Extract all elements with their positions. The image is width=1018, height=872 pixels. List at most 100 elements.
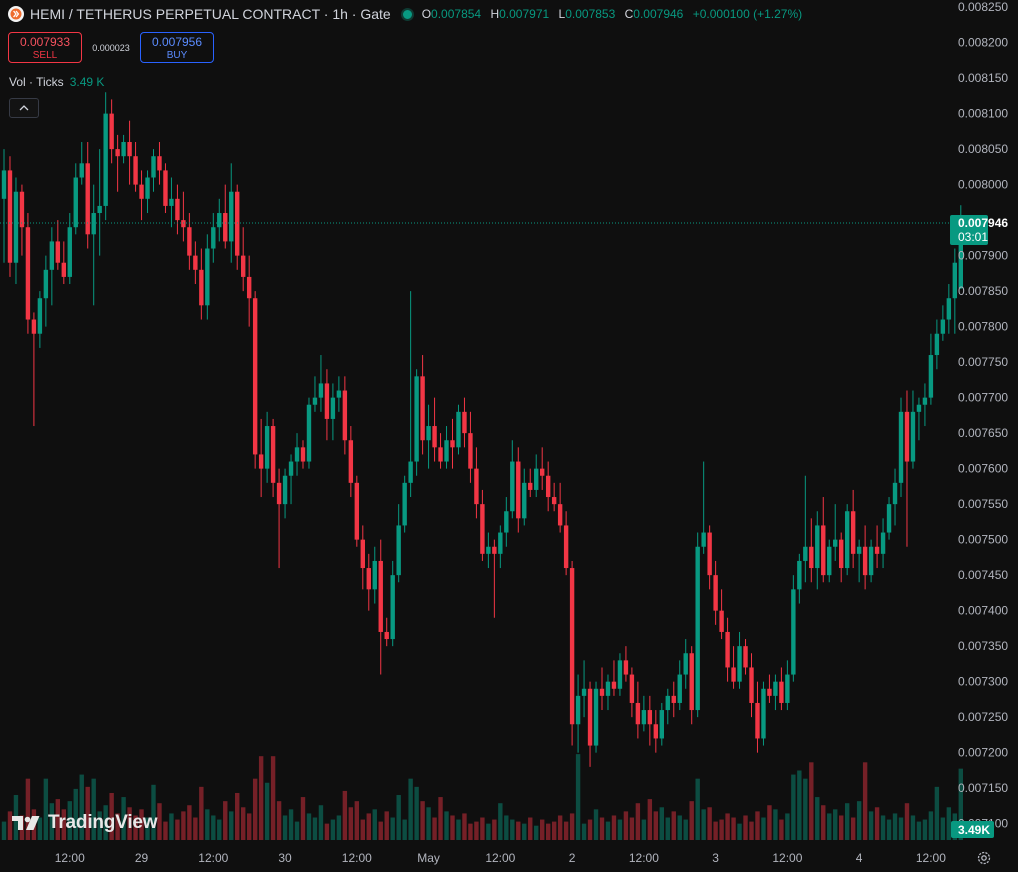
collapse-legend-button[interactable] — [9, 98, 39, 118]
volume-bar — [743, 815, 748, 840]
volume-bar — [809, 762, 814, 840]
market-open-indicator — [400, 7, 414, 21]
candle-up — [910, 411, 916, 462]
tradingview-logo[interactable]: TradingView — [12, 812, 158, 834]
candle-up — [169, 198, 174, 206]
candle-down — [719, 610, 724, 632]
candle-down — [755, 702, 760, 739]
buy-button[interactable]: 0.007956 BUY — [140, 32, 214, 63]
volume-bar — [815, 797, 820, 840]
volume-bar — [623, 811, 629, 840]
volume-bar — [258, 756, 264, 840]
candle-down — [557, 504, 563, 526]
candle-up — [785, 674, 790, 703]
volume-bar — [910, 815, 916, 840]
volume-bar — [569, 813, 575, 840]
candle-down — [731, 667, 736, 682]
candle-up — [701, 532, 706, 547]
volume-bar — [378, 821, 383, 840]
volume-legend-value: 3.49 K — [69, 75, 105, 89]
candle-up — [264, 426, 270, 469]
volume-bar — [300, 797, 306, 840]
candle-up — [312, 397, 318, 405]
candle-up — [665, 695, 670, 711]
candle-up — [886, 504, 892, 533]
ohlc-open-value: 0.007854 — [431, 7, 482, 21]
volume-bar — [551, 821, 557, 840]
volume-bar — [534, 825, 539, 840]
chart-header: HEMI / TETHERUS PERPETUAL CONTRACT · 1h … — [8, 6, 808, 22]
candle-down — [779, 681, 784, 703]
volume-bar — [719, 819, 724, 840]
volume-bar — [611, 815, 617, 840]
volume-bar — [360, 819, 365, 840]
time-tick-label: 12:00 — [772, 851, 802, 865]
volume-bar — [575, 754, 581, 840]
price-tick-label: 0.007500 — [958, 533, 1008, 547]
volume-bar — [229, 811, 234, 840]
volume-bar — [641, 819, 647, 840]
candle-down — [157, 156, 162, 171]
volume-bar — [217, 819, 222, 840]
sell-button[interactable]: 0.007933 SELL — [8, 32, 82, 63]
candle-down — [7, 170, 13, 263]
volume-bar — [276, 801, 282, 840]
volume-bar — [928, 811, 934, 840]
volume-bar — [701, 809, 706, 840]
volume-bar — [856, 801, 862, 840]
volume-legend[interactable]: Vol · Ticks 3.49 K — [9, 75, 104, 89]
candle-up — [211, 227, 216, 249]
gear-icon[interactable] — [976, 850, 992, 866]
candle-down — [360, 539, 365, 569]
candle-up — [205, 248, 210, 306]
time-axis[interactable]: 12:00 29 12:00 30 12:00 May 12:00 2 12:00 3 12:00 4… — [55, 851, 946, 865]
time-tick-label: 12:00 — [629, 851, 659, 865]
candle-up — [868, 546, 874, 576]
volume-bar — [695, 778, 700, 840]
volume-bar — [940, 817, 946, 840]
candle-up — [892, 482, 898, 505]
volume-bar — [659, 807, 664, 840]
volume-bar — [432, 817, 437, 840]
candle-down — [366, 568, 371, 590]
price-tick-label: 0.008000 — [958, 178, 1008, 192]
volume-bar — [480, 817, 485, 840]
volume-bar — [773, 809, 778, 840]
volume-bar — [737, 823, 742, 840]
symbol-title[interactable]: HEMI / TETHERUS PERPETUAL CONTRACT · 1h … — [30, 6, 391, 22]
price-tick-label: 0.007800 — [958, 320, 1008, 334]
candle-down — [563, 525, 569, 569]
volume-bar — [462, 813, 467, 840]
ohlc-close-value: 0.007946 — [633, 7, 684, 21]
volume-bar — [372, 809, 377, 840]
candle-down — [647, 710, 653, 725]
volume-bar — [635, 803, 641, 840]
volume-bar — [677, 815, 682, 840]
candle-up — [916, 404, 922, 412]
volume-bar — [396, 795, 401, 840]
volume-bar — [474, 821, 479, 840]
candle-up — [683, 653, 688, 675]
volume-bar — [306, 813, 312, 840]
volume-bar — [252, 778, 258, 840]
volume-bar — [402, 819, 407, 840]
volume-bar — [689, 801, 694, 840]
gate-logo-icon — [8, 6, 24, 22]
time-tick-label: 4 — [856, 851, 863, 865]
volume-bar — [205, 809, 210, 840]
candle-down — [623, 660, 629, 675]
ohlc-close-label: C — [624, 7, 634, 21]
price-tick-label: 0.007300 — [958, 675, 1008, 689]
candle-up — [773, 681, 778, 696]
candle-down — [187, 227, 192, 256]
volume-bar — [557, 815, 563, 840]
candle-up — [288, 461, 294, 476]
candle-up — [151, 156, 156, 178]
price-tick-label: 0.007700 — [958, 391, 1008, 405]
price-axis[interactable]: 0.008250 0.008200 0.008150 0.008100 0.008050… — [958, 0, 1008, 831]
candlestick-chart[interactable]: 0.008250 0.008200 0.008150 0.008100 0.008050… — [0, 0, 1018, 872]
volume-bar — [318, 805, 324, 840]
candle-up — [856, 546, 862, 554]
candle-up — [13, 191, 19, 263]
candle-up — [677, 674, 682, 703]
